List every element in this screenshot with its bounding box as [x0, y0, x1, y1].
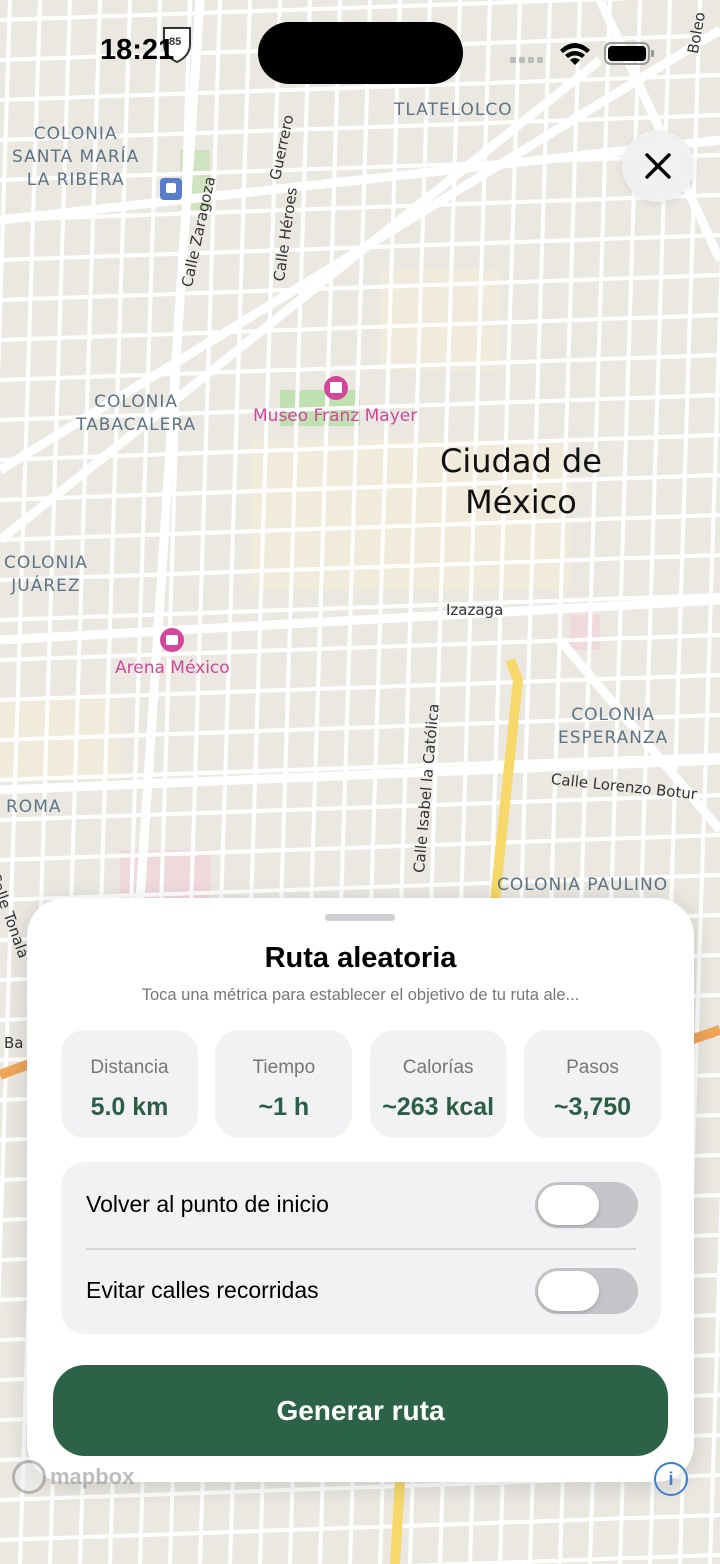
signal-icon	[510, 57, 543, 63]
route-options: Volver al punto de inicio Evitar calles …	[61, 1162, 661, 1334]
metric-time[interactable]: Tiempo ~1 h	[215, 1030, 353, 1138]
neighborhood-label: COLONIA TABACALERA	[76, 392, 197, 435]
random-route-sheet: Ruta aleatoria Toca una métrica para est…	[27, 898, 694, 1482]
mapbox-wordmark: mapbox	[50, 1464, 135, 1489]
sheet-grabber[interactable]	[325, 914, 395, 921]
generate-route-button[interactable]: Generar ruta	[53, 1365, 668, 1456]
poi-label-museo[interactable]: Museo Franz Mayer	[253, 406, 417, 426]
toggle-knob	[538, 1185, 599, 1225]
battery-icon	[604, 42, 654, 65]
metrics-row: Distancia 5.0 km Tiempo ~1 h Calorías ~2…	[61, 1030, 661, 1138]
neighborhood-label: ROMA	[6, 797, 62, 817]
info-icon[interactable]: i	[654, 1462, 688, 1496]
metric-value: ~1 h	[258, 1093, 310, 1121]
dynamic-island	[258, 22, 463, 84]
neighborhood-label: TLATELOLCO	[394, 100, 513, 120]
option-label: Evitar calles recorridas	[86, 1277, 319, 1303]
neighborhood-label: COLONIA JUÁREZ	[4, 553, 88, 596]
metric-calories[interactable]: Calorías ~263 kcal	[369, 1030, 507, 1138]
option-avoid-visited: Evitar calles recorridas	[61, 1248, 661, 1334]
status-time: 18:21	[100, 34, 175, 66]
metric-label: Distancia	[90, 1057, 169, 1078]
metric-value: ~263 kcal	[382, 1093, 495, 1121]
toggle-knob	[538, 1271, 599, 1311]
mapbox-logo[interactable]: mapbox	[12, 1460, 134, 1494]
metric-value: ~3,750	[553, 1093, 632, 1121]
option-label: Volver al punto de inicio	[86, 1191, 329, 1217]
wifi-icon	[560, 43, 590, 65]
metric-steps[interactable]: Pasos ~3,750	[523, 1030, 661, 1138]
mapbox-icon	[12, 1460, 46, 1494]
close-icon	[645, 153, 671, 179]
return-to-start-toggle[interactable]	[535, 1182, 638, 1228]
poi-label-arena[interactable]: Arena México	[115, 658, 230, 678]
metric-value: 5.0 km	[90, 1093, 169, 1121]
sheet-subtitle: Toca una métrica para establecer el obje…	[141, 986, 580, 1004]
close-button[interactable]	[622, 130, 694, 202]
sheet-title: Ruta aleatoria	[264, 942, 457, 974]
street-label: Ba	[4, 1034, 24, 1052]
neighborhood-label: COLONIA PAULINO	[497, 875, 669, 895]
status-icons	[510, 42, 654, 65]
neighborhood-label: COLONIA ESPERANZA	[558, 705, 669, 748]
metric-label: Tiempo	[252, 1057, 316, 1078]
street-label: Izazaga	[446, 601, 504, 619]
metric-distance[interactable]: Distancia 5.0 km	[61, 1030, 198, 1138]
metric-label: Pasos	[566, 1057, 619, 1078]
option-return-to-start: Volver al punto de inicio	[61, 1162, 661, 1248]
highway-shield-number: 85	[169, 36, 182, 48]
neighborhood-label: COLONIA SANTA MARÍA LA RIBERA	[12, 124, 140, 190]
avoid-visited-toggle[interactable]	[535, 1268, 638, 1314]
city-label: Ciudad de México	[440, 442, 602, 521]
metric-label: Calorías	[402, 1057, 474, 1078]
